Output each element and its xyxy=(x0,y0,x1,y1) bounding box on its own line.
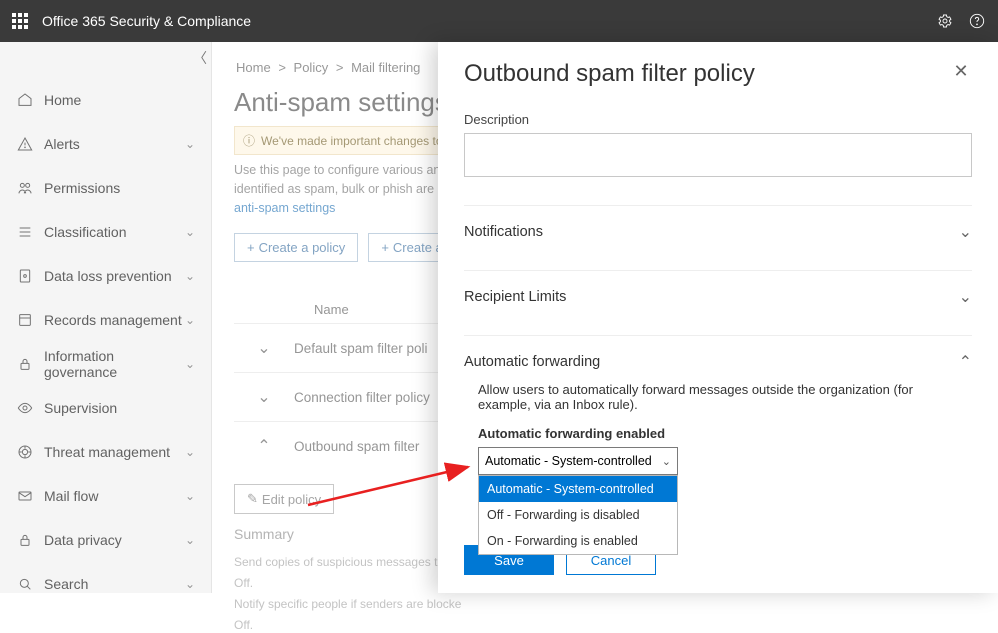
sidebar-item-records-management[interactable]: Records management ⌄ xyxy=(0,298,211,342)
dropdown-option[interactable]: Automatic - System-controlled xyxy=(479,476,677,502)
close-icon[interactable]: ✕ xyxy=(950,60,972,82)
sidebar-item-label: Mail flow xyxy=(44,488,185,504)
sidebar-item-label: Permissions xyxy=(44,180,195,196)
auto-forward-help: Allow users to automatically forward mes… xyxy=(478,382,958,412)
sidebar-item-label: Records management xyxy=(44,312,185,328)
chevron-down-icon: ⌄ xyxy=(234,338,294,358)
class-icon xyxy=(16,223,34,241)
chevron-down-icon: ⌄ xyxy=(185,225,195,239)
edit-policy-button[interactable]: ✎ Edit policy xyxy=(234,484,334,514)
sidebar-item-permissions[interactable]: Permissions xyxy=(0,166,211,210)
automatic-forwarding-body: Allow users to automatically forward mes… xyxy=(464,372,972,479)
sidebar-item-mail-flow[interactable]: Mail flow ⌄ xyxy=(0,474,211,518)
chevron-down-icon: ⌄ xyxy=(662,455,671,468)
chevron-down-icon: ⌄ xyxy=(185,313,195,327)
chevron-down-icon: ⌄ xyxy=(185,489,195,503)
records-icon xyxy=(16,311,34,329)
help-icon[interactable] xyxy=(968,12,986,30)
section-automatic-forwarding[interactable]: Automatic forwarding ⌃ xyxy=(464,335,972,372)
auto-forward-select[interactable]: Automatic - System-controlled ⌄ xyxy=(478,447,678,475)
plus-icon: + xyxy=(381,240,389,255)
lock-icon xyxy=(16,531,34,549)
sidebar-item-label: Data loss prevention xyxy=(44,268,185,284)
eye-icon xyxy=(16,399,34,417)
policy-name: Connection filter policy xyxy=(294,390,430,405)
sidebar-item-classification[interactable]: Classification ⌄ xyxy=(0,210,211,254)
chevron-down-icon: ⌄ xyxy=(185,357,195,371)
sidebar-item-threat-management[interactable]: Threat management ⌄ xyxy=(0,430,211,474)
policy-name: Outbound spam filter xyxy=(294,439,419,454)
settings-icon[interactable] xyxy=(936,12,954,30)
chevron-up-icon: ⌃ xyxy=(234,436,294,456)
sidebar-item-search[interactable]: Search ⌄ xyxy=(0,562,211,606)
chevron-down-icon: ⌄ xyxy=(185,269,195,283)
lock-icon xyxy=(16,355,34,373)
description-label: Description xyxy=(464,112,972,127)
chevron-down-icon: ⌄ xyxy=(959,222,972,242)
section-recipient-limits[interactable]: Recipient Limits ⌄ xyxy=(464,270,972,307)
sidebar-item-label: Information governance xyxy=(44,348,185,380)
chevron-down-icon: ⌄ xyxy=(185,533,195,547)
policy-name: Default spam filter poli xyxy=(294,341,428,356)
app-launcher-icon[interactable] xyxy=(12,13,28,29)
collapse-sidebar-icon[interactable]: 〈 xyxy=(193,48,207,68)
sidebar-item-information-governance[interactable]: Information governance ⌄ xyxy=(0,342,211,386)
info-icon: ⓘ xyxy=(243,132,255,149)
sidebar-item-alerts[interactable]: Alerts ⌄ xyxy=(0,122,211,166)
learn-more-link[interactable]: anti-spam settings xyxy=(234,201,335,215)
sidebar-item-data-loss-prevention[interactable]: Data loss prevention ⌄ xyxy=(0,254,211,298)
chevron-down-icon: ⌄ xyxy=(185,577,195,591)
home-icon xyxy=(16,91,34,109)
chevron-down-icon: ⌄ xyxy=(959,287,972,307)
perm-icon xyxy=(16,179,34,197)
threat-icon xyxy=(16,443,34,461)
sidebar-item-data-privacy[interactable]: Data privacy ⌄ xyxy=(0,518,211,562)
dropdown-option[interactable]: Off - Forwarding is disabled xyxy=(479,502,677,528)
alert-icon xyxy=(16,135,34,153)
pencil-icon: ✎ xyxy=(247,491,258,507)
sidebar-item-label: Supervision xyxy=(44,400,195,416)
section-notifications[interactable]: Notifications ⌄ xyxy=(464,205,972,242)
description-input[interactable] xyxy=(464,133,972,177)
sidebar-item-home[interactable]: Home xyxy=(0,78,211,122)
sidebar-item-supervision[interactable]: Supervision xyxy=(0,386,211,430)
topbar: Office 365 Security & Compliance xyxy=(0,0,998,42)
dlp-icon xyxy=(16,267,34,285)
create-policy-button[interactable]: +Create a policy xyxy=(234,233,358,262)
search-icon xyxy=(16,575,34,593)
dropdown-option[interactable]: On - Forwarding is enabled xyxy=(479,528,677,554)
sidebar-item-label: Home xyxy=(44,92,195,108)
sidebar: 〈 Home Alerts ⌄ Permissions Classificati… xyxy=(0,42,212,593)
sidebar-item-label: Threat management xyxy=(44,444,185,460)
sidebar-item-label: Alerts xyxy=(44,136,185,152)
chevron-down-icon: ⌄ xyxy=(185,137,195,151)
chevron-down-icon: ⌄ xyxy=(185,445,195,459)
sidebar-item-label: Search xyxy=(44,576,185,592)
flyout-title: Outbound spam filter policy xyxy=(464,60,950,88)
app-title: Office 365 Security & Compliance xyxy=(42,13,922,29)
sidebar-item-label: Data privacy xyxy=(44,532,185,548)
chevron-up-icon: ⌃ xyxy=(959,352,972,372)
plus-icon: + xyxy=(247,240,255,255)
chevron-down-icon: ⌄ xyxy=(234,387,294,407)
mail-icon xyxy=(16,487,34,505)
sidebar-item-label: Classification xyxy=(44,224,185,240)
flyout-panel: Outbound spam filter policy ✕ Descriptio… xyxy=(438,42,998,593)
auto-forward-label: Automatic forwarding enabled xyxy=(478,426,958,441)
auto-forward-dropdown: Automatic - System-controlledOff - Forwa… xyxy=(478,475,678,555)
